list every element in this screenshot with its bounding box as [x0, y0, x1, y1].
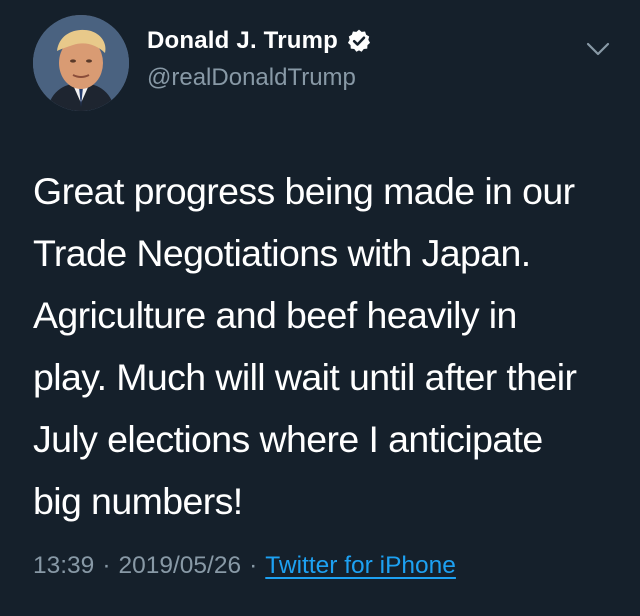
- tweet-text-line: big numbers!: [33, 480, 243, 522]
- author-name-row: Donald J. Trump: [147, 27, 372, 55]
- tweet-meta: 13:39 · 2019/05/26 · Twitter for iPhone: [33, 552, 456, 580]
- tweet-card: Donald J. Trump @realDonaldTrump Great p…: [0, 0, 640, 616]
- tweet-source-link[interactable]: Twitter for iPhone: [265, 552, 456, 580]
- tweet-text-line: Trade Negotiations with Japan.: [33, 232, 531, 274]
- chevron-down-icon[interactable]: [585, 36, 611, 62]
- meta-separator: ·: [249, 552, 258, 579]
- avatar-portrait-icon: [33, 15, 129, 111]
- verified-badge-icon: [347, 29, 371, 52]
- tweet-text-line: July elections where I anticipate: [33, 418, 543, 460]
- avatar[interactable]: [33, 15, 129, 111]
- tweet-text-line: play. Much will wait until after their: [33, 356, 577, 398]
- meta-separator: ·: [102, 552, 111, 579]
- tweet-text: Great progress being made in our Trade N…: [33, 160, 623, 532]
- tweet-time: 13:39: [33, 552, 95, 579]
- tweet-text-line: Great progress being made in our: [33, 170, 575, 212]
- author-handle[interactable]: @realDonaldTrump: [147, 64, 356, 92]
- tweet-date: 2019/05/26: [118, 552, 242, 579]
- author-display-name[interactable]: Donald J. Trump: [147, 27, 338, 55]
- tweet-text-line: Agriculture and beef heavily in: [33, 294, 517, 336]
